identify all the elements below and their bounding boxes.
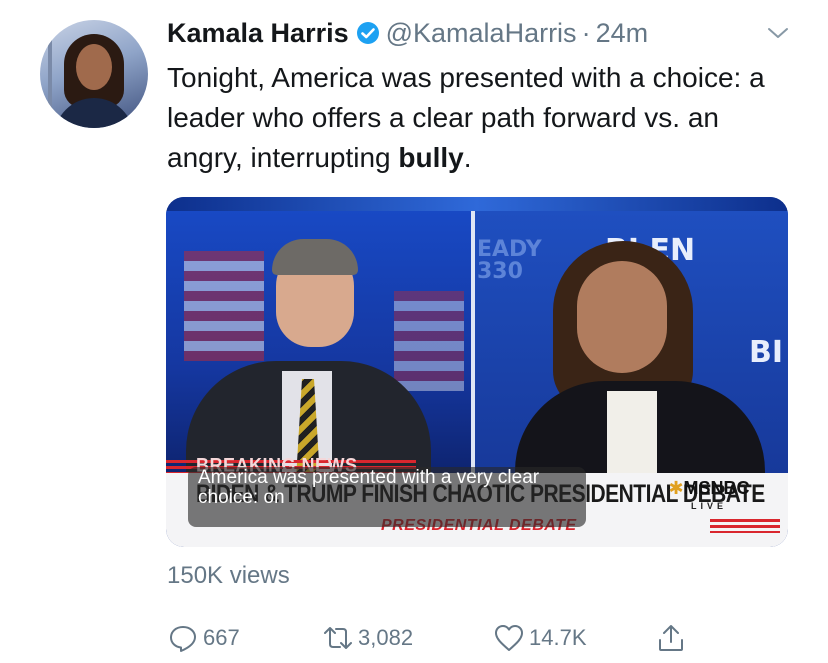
- reply-button[interactable]: 667: [167, 620, 240, 656]
- reply-icon: [170, 626, 196, 652]
- banner-redlines: [710, 519, 780, 533]
- verified-badge-icon: [356, 22, 379, 44]
- background-sign-text: EADY 330: [477, 237, 542, 284]
- view-count: 150K views: [167, 562, 290, 589]
- tweet-text-bold: bully: [398, 142, 464, 173]
- anchor-hair: [272, 239, 358, 275]
- speaker-shirt: [607, 391, 657, 481]
- background-flag: [184, 251, 264, 361]
- share-icon: [659, 625, 683, 651]
- network-logo: ✱MSNBC LIVE: [659, 478, 759, 511]
- reply-count: 667: [203, 625, 240, 650]
- avatar-body: [54, 98, 134, 128]
- tweet-text-end: .: [463, 142, 472, 173]
- retweet-icon: [324, 627, 352, 649]
- background-side-text: BI: [749, 335, 784, 370]
- speaker-face: [577, 261, 667, 373]
- video-top-banner: [166, 197, 788, 211]
- peacock-icon: ✱: [668, 478, 684, 498]
- background-flag: [394, 291, 464, 391]
- tweet-text: Tonight, America was presented with a ch…: [167, 58, 787, 178]
- heart-icon: [495, 625, 523, 651]
- video-player[interactable]: EADY 330 BI EN BI BREAKING NEWS BIDEN & …: [166, 197, 788, 547]
- author-avatar[interactable]: [40, 20, 148, 128]
- author-handle[interactable]: @KamalaHarris: [386, 18, 577, 49]
- tweet-actions: 667 3,082 14.7K: [167, 620, 727, 656]
- video-left-panel: [166, 211, 473, 481]
- share-button[interactable]: [655, 620, 691, 656]
- caption-text: America was presented with a very clear …: [198, 467, 540, 508]
- author-name[interactable]: Kamala Harris: [167, 18, 349, 49]
- retweet-count: 3,082: [358, 625, 414, 650]
- tweet-header: Kamala Harris @KamalaHarris · 24m: [167, 14, 648, 52]
- tweet-timestamp[interactable]: 24m: [596, 18, 649, 49]
- video-right-panel: EADY 330 BI EN BI: [475, 211, 788, 481]
- network-name: MSNBC: [683, 478, 750, 498]
- avatar-face: [76, 44, 112, 90]
- like-count: 14.7K: [529, 625, 587, 650]
- avatar-flagpole: [48, 28, 52, 128]
- retweet-button[interactable]: 3,082: [322, 620, 413, 656]
- header-separator: ·: [581, 17, 591, 48]
- like-button[interactable]: 14.7K: [493, 620, 587, 656]
- chevron-down-icon[interactable]: [764, 22, 792, 44]
- live-label: LIVE: [690, 501, 727, 511]
